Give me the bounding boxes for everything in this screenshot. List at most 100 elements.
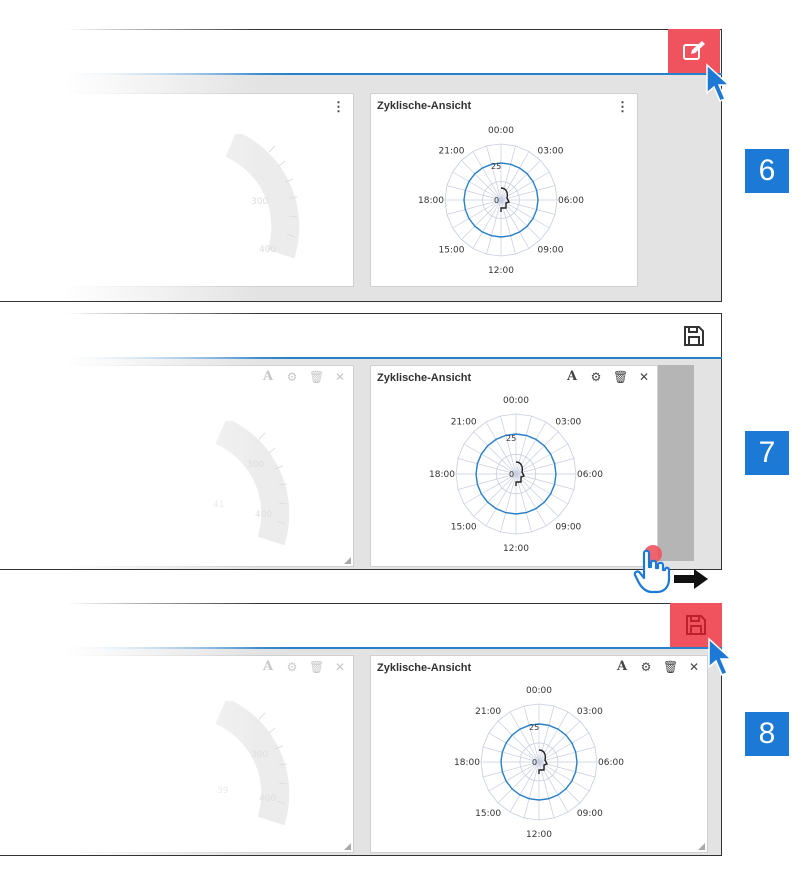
gauge-tick-label: 41 bbox=[213, 500, 224, 510]
grid-spoke bbox=[500, 415, 517, 475]
widget-title: Zyklische-Ansicht bbox=[377, 662, 472, 674]
grid-spoke bbox=[486, 199, 502, 255]
floppy-disk-icon bbox=[684, 326, 704, 346]
hour-label: 03:00 bbox=[577, 707, 603, 717]
trash-icon[interactable]: 🗑 bbox=[663, 660, 678, 674]
hour-label: 15:00 bbox=[451, 522, 477, 532]
widget-title: Zyklische-Ansicht bbox=[377, 100, 472, 112]
grid-spoke bbox=[446, 199, 502, 215]
dashboard-header bbox=[0, 29, 722, 74]
hour-label: 21:00 bbox=[439, 147, 465, 157]
step-badge: 8 bbox=[745, 712, 789, 756]
widget-menu-icon[interactable]: ⋮ bbox=[332, 99, 345, 115]
ring-label: 0 bbox=[494, 196, 499, 205]
arrow-right-icon bbox=[674, 569, 708, 589]
grid-spoke bbox=[482, 761, 540, 778]
grid-spoke bbox=[482, 746, 540, 763]
gauge-widget-card[interactable]: A ⚙ 🗑 ✕ 300 400 39 bbox=[0, 655, 354, 853]
widget-toolbar: A ⚙ 🗑 ✕ bbox=[565, 370, 651, 385]
gauge-tick-label: 300 bbox=[251, 750, 268, 760]
grid-spoke bbox=[515, 458, 575, 475]
gauge-chart: 300 400 bbox=[225, 134, 300, 259]
gear-icon[interactable]: ⚙ bbox=[285, 660, 299, 674]
trash-icon[interactable]: 🗑 bbox=[309, 660, 324, 674]
ring-label: 25 bbox=[529, 723, 539, 732]
grid-spoke bbox=[500, 145, 516, 201]
trash-icon[interactable]: 🗑 bbox=[309, 370, 324, 384]
save-button[interactable] bbox=[674, 316, 714, 356]
cyclic-view-widget-card[interactable]: Zyklische-Ansicht A ⚙ 🗑 ✕ 00:00 03:00 06:0… bbox=[370, 655, 708, 853]
close-icon[interactable]: ✕ bbox=[333, 660, 347, 674]
font-icon[interactable]: A bbox=[565, 370, 579, 384]
resize-handle[interactable] bbox=[698, 843, 705, 850]
hour-label: 03:00 bbox=[538, 147, 564, 157]
hour-label: 21:00 bbox=[451, 418, 477, 428]
hour-label: 12:00 bbox=[503, 544, 529, 554]
ring-label: 25 bbox=[491, 162, 501, 171]
gear-icon[interactable]: ⚙ bbox=[589, 370, 603, 384]
trash-icon[interactable]: 🗑 bbox=[613, 370, 628, 384]
widget-toolbar: A ⚙ 🗑 ✕ bbox=[261, 660, 347, 675]
font-icon[interactable]: A bbox=[615, 660, 629, 674]
grid-spoke bbox=[538, 746, 596, 763]
mouse-cursor-icon bbox=[708, 637, 733, 676]
grid-spoke bbox=[485, 421, 517, 475]
gauge-chart: 300 400 41 bbox=[213, 421, 290, 546]
dashboard-panel-save: A ⚙ 🗑 ✕ 300 400 39 Zyklische-Ansicht A ⚙… bbox=[0, 603, 733, 857]
font-icon[interactable]: A bbox=[261, 370, 275, 384]
gauge-widget-card[interactable]: A ⚙ 🗑 ✕ 300 400 41 bbox=[0, 365, 354, 567]
grid-spoke bbox=[515, 415, 532, 475]
hour-label: 18:00 bbox=[454, 758, 480, 768]
gauge-tick-label: 300 bbox=[251, 197, 268, 207]
close-icon[interactable]: ✕ bbox=[687, 660, 701, 674]
resize-handle[interactable] bbox=[344, 557, 351, 564]
grid-spoke bbox=[486, 145, 502, 201]
widget-toolbar: A ⚙ 🗑 ✕ bbox=[615, 660, 701, 675]
cyclic-view-widget-card[interactable]: Zyklische-Ansicht ⋮ 00:00 03:00 06:00 09:00… bbox=[370, 93, 638, 287]
hour-label: 21:00 bbox=[475, 707, 501, 717]
grid-spoke bbox=[473, 473, 517, 517]
close-icon[interactable]: ✕ bbox=[333, 370, 347, 384]
grid-spoke bbox=[500, 185, 556, 201]
step-badge: 6 bbox=[745, 149, 789, 193]
cyclic-polar-chart: 00:00 03:00 06:00 09:00 12:00 15:00 18:00 21:00… bbox=[418, 126, 584, 276]
resize-handle[interactable] bbox=[344, 843, 351, 850]
font-icon[interactable]: A bbox=[261, 660, 275, 674]
floppy-disk-icon bbox=[686, 615, 706, 635]
grid-spoke bbox=[538, 705, 555, 763]
gauge-tick-label: 400 bbox=[259, 794, 276, 804]
ring-label: 25 bbox=[506, 434, 516, 443]
cyclic-view-widget-card[interactable]: Zyklische-Ansicht A ⚙ 🗑 ✕ 00:00 03:00 06:0… bbox=[370, 365, 658, 567]
gauge-tick-label: 400 bbox=[255, 510, 272, 520]
grid-spoke bbox=[515, 443, 569, 475]
hand-pointer-icon bbox=[633, 549, 671, 594]
hour-label: 06:00 bbox=[598, 758, 624, 768]
gauge-widget-card[interactable]: ⋮ 300 400 bbox=[0, 93, 354, 287]
hour-label: 06:00 bbox=[558, 196, 584, 206]
dashboard-canvas: ⋮ 300 400 Zyklische-Ansicht ⋮ 00:00 03:00… bbox=[0, 75, 722, 302]
hour-label: 09:00 bbox=[538, 246, 564, 256]
hour-label: 06:00 bbox=[577, 470, 603, 480]
hour-label: 09:00 bbox=[577, 809, 603, 819]
hour-label: 00:00 bbox=[503, 396, 529, 406]
gear-icon[interactable]: ⚙ bbox=[639, 660, 653, 674]
widget-title: Zyklische-Ansicht bbox=[377, 372, 472, 384]
gauge-tick-label: 300 bbox=[247, 460, 264, 470]
hour-label: 12:00 bbox=[488, 266, 514, 276]
dashboard-canvas: A ⚙ 🗑 ✕ 300 400 39 Zyklische-Ansicht A ⚙… bbox=[0, 649, 722, 856]
dashboard-panel-edit: ⋮ 300 400 Zyklische-Ansicht ⋮ 00:00 03:00… bbox=[0, 29, 731, 302]
grid-spoke bbox=[457, 458, 517, 475]
dashboard-header bbox=[0, 603, 722, 648]
edit-pencil-icon bbox=[683, 41, 705, 60]
close-icon[interactable]: ✕ bbox=[637, 370, 651, 384]
cyclic-polar-chart: 00:00 03:00 06:00 09:00 12:00 15:00 18:00 21:00… bbox=[454, 686, 624, 840]
grid-spoke bbox=[515, 473, 559, 517]
gauge-tick-label: 39 bbox=[217, 786, 229, 796]
mouse-cursor-icon bbox=[706, 63, 731, 102]
ring-label: 0 bbox=[509, 470, 514, 479]
step-badge: 7 bbox=[745, 431, 789, 475]
ring-label: 0 bbox=[532, 758, 537, 767]
widget-menu-icon[interactable]: ⋮ bbox=[616, 99, 629, 115]
grid-spoke bbox=[485, 473, 517, 527]
gear-icon[interactable]: ⚙ bbox=[285, 370, 299, 384]
